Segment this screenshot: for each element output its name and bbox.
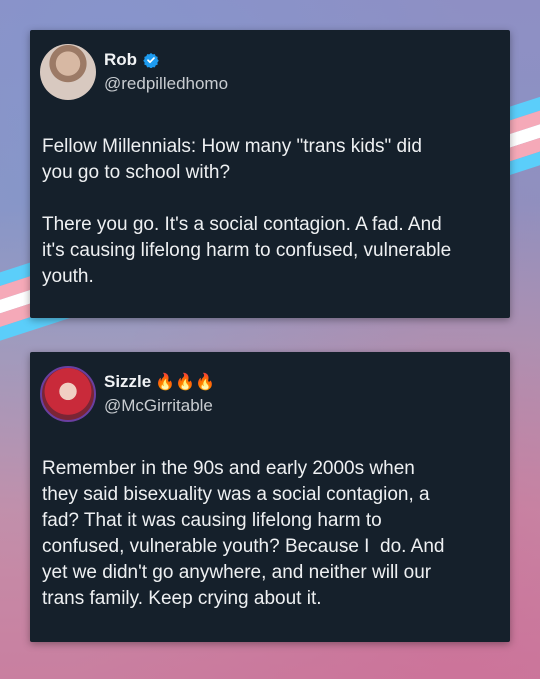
tweet-card: Sizzle 🔥🔥🔥 @McGirritable Remember in the… bbox=[30, 352, 510, 642]
name-row: Rob bbox=[104, 50, 159, 70]
display-name[interactable]: Rob bbox=[104, 50, 137, 70]
username[interactable]: @redpilledhomo bbox=[104, 74, 228, 94]
username[interactable]: @McGirritable bbox=[104, 396, 213, 416]
name-row: Sizzle 🔥🔥🔥 bbox=[104, 372, 215, 392]
display-name[interactable]: Sizzle bbox=[104, 372, 151, 392]
avatar[interactable] bbox=[40, 366, 96, 422]
avatar[interactable] bbox=[40, 44, 96, 100]
fire-emoji-icon: 🔥🔥🔥 bbox=[155, 374, 216, 391]
tweet-card: Rob @redpilledhomo Fellow Millennials: H… bbox=[30, 30, 510, 318]
tweet-text: Remember in the 90s and early 2000s when… bbox=[42, 458, 445, 609]
verified-badge-icon bbox=[143, 52, 159, 69]
tweet-text: Fellow Millennials: How many "trans kids… bbox=[42, 136, 452, 287]
